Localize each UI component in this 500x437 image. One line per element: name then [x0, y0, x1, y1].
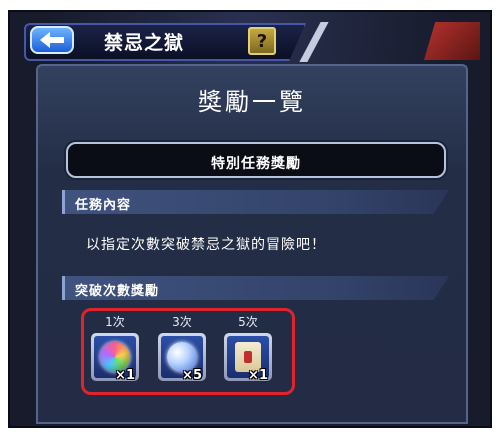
reward-item[interactable]: 1次 ×1 — [89, 313, 141, 383]
panel-title: 獎勵一覽 — [198, 88, 306, 116]
mission-header-label: 任務內容 — [75, 198, 132, 213]
reward-quantity: ×5 — [182, 368, 202, 383]
reward-quantity: ×1 — [248, 368, 268, 383]
help-button[interactable]: ? — [248, 27, 276, 55]
question-icon: ? — [256, 30, 268, 52]
rewards-header-label: 突破次數獎勵 — [75, 284, 160, 299]
reward-icon-frame: ×5 — [158, 333, 206, 383]
reward-panel: 獎勵一覽 特別任務獎勵 任務內容 以指定次數突破禁忌之獄的冒險吧！ 突破次數獎勵… — [36, 64, 468, 424]
reward-count-label: 3次 — [172, 315, 192, 329]
rewards-header: 突破次數獎勵 — [62, 276, 449, 300]
top-header: 禁忌之獄 ? — [24, 20, 480, 62]
monster-portrait — [424, 22, 480, 60]
reward-item[interactable]: 5次 ×1 — [222, 313, 274, 383]
back-button[interactable] — [30, 26, 74, 54]
reward-count-label: 1次 — [105, 315, 125, 329]
reward-quantity: ×1 — [115, 368, 135, 383]
left-arrow-icon — [40, 32, 64, 48]
stage-title: 禁忌之獄 — [104, 32, 185, 54]
mission-header: 任務內容 — [62, 190, 449, 214]
mission-description: 以指定次數突破禁忌之獄的冒險吧！ — [86, 237, 326, 253]
reward-item[interactable]: 3次 ×5 — [156, 313, 208, 383]
special-mission-label: 特別任務獎勵 — [211, 156, 301, 172]
reward-icon-frame: ×1 — [91, 333, 139, 383]
reward-icon-frame: ×1 — [224, 333, 272, 383]
reward-count-label: 5次 — [238, 315, 258, 329]
special-mission-bar: 特別任務獎勵 — [66, 142, 446, 178]
